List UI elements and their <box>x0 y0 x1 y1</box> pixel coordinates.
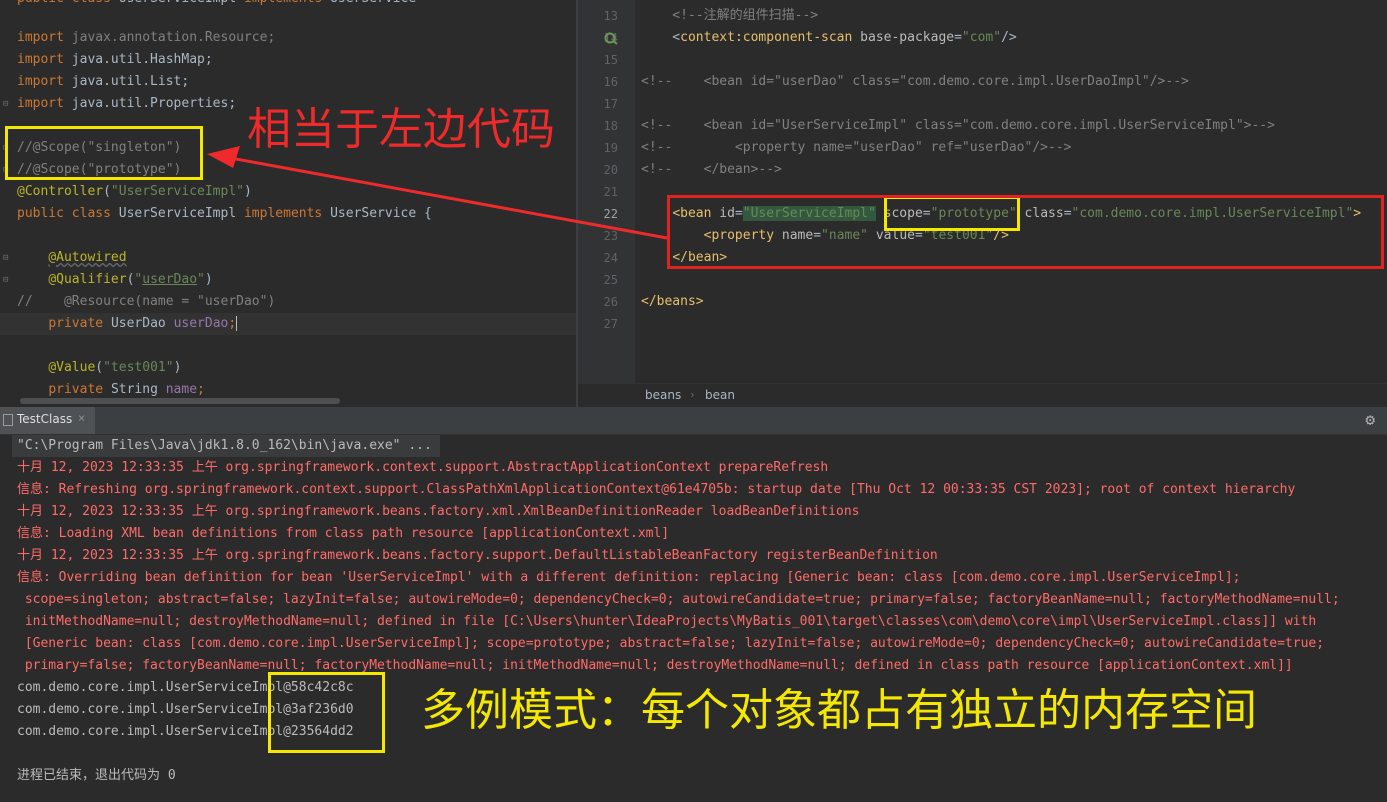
arrow-line <box>224 155 668 240</box>
annotation-top-label: 相当于左边代码 <box>247 104 555 155</box>
arrow-head-icon <box>207 146 240 168</box>
annotation-bottom-label: 多例模式：每个对象都占有独立的内存空间 <box>421 685 1257 736</box>
annotation-arrows <box>207 146 668 240</box>
